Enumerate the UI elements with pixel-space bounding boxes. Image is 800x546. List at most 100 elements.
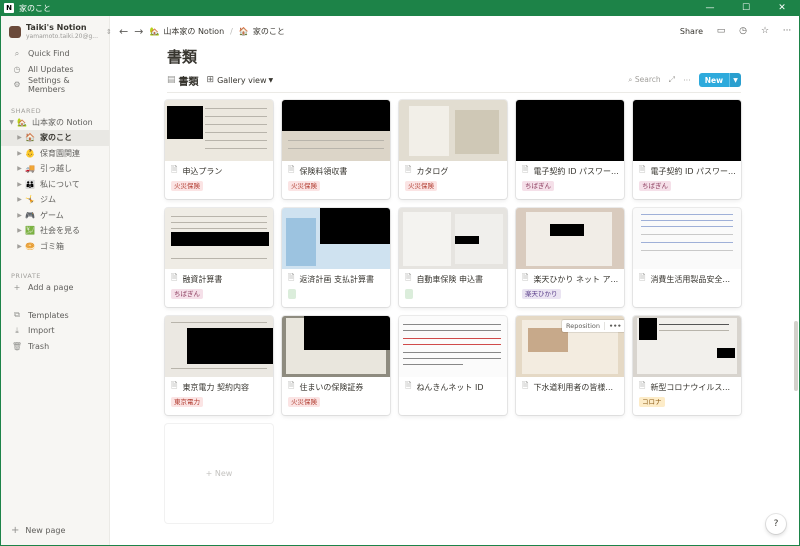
reposition-button[interactable]: Reposition (562, 322, 604, 330)
more-icon[interactable]: ··· (683, 76, 691, 85)
maximize-button[interactable]: ☐ (728, 0, 764, 16)
gallery-card[interactable]: 🗎 自動車保険 申込書 (399, 208, 507, 307)
sidebar-settings[interactable]: ⚙ Settings & Members (1, 76, 109, 94)
forward-arrow-icon[interactable]: → (134, 25, 143, 38)
sidebar-item-gym[interactable]: ▶ 🤸 ジム (1, 192, 109, 208)
card-title: 🗎 新型コロナウイルス... (633, 380, 741, 394)
collapsed-triangle-icon[interactable]: ▶ (15, 243, 24, 250)
sidebar-item-watashi[interactable]: ▶ 👪 私について (1, 177, 109, 193)
back-arrow-icon[interactable]: ← (119, 25, 128, 38)
sidebar-item-label: ゲーム (40, 210, 64, 220)
notion-app-icon: N (4, 3, 14, 13)
workspace-email: yamamoto.taiki.20@g... (26, 33, 98, 40)
document-icon: ▤ (167, 75, 176, 85)
add-page-label: Add a page (28, 283, 74, 293)
card-title: 🗎 電子契約 ID パスワー... (516, 164, 624, 178)
new-button-group: New ▼ (698, 73, 741, 87)
gallery-card[interactable]: 🗎 電子契約 ID パスワー... ちばぎん (516, 100, 624, 199)
database-title[interactable]: 書類 (179, 73, 199, 88)
comment-icon[interactable]: ▭ (715, 26, 727, 36)
sidebar-trash[interactable]: 🗑 Trash (1, 339, 109, 355)
collapsed-triangle-icon[interactable]: ▶ (15, 212, 24, 219)
card-title-text: 自動車保険 申込書 (416, 274, 483, 284)
search-button[interactable]: ⌕ Search (628, 75, 660, 85)
new-button[interactable]: New (698, 73, 729, 87)
gallery-card[interactable]: 🗎 電子契約 ID パスワー... ちばぎん (633, 100, 741, 199)
card-title: 🗎 カタログ (399, 164, 507, 178)
gallery-card[interactable]: 🗎 消費生活用製品安全... (633, 208, 741, 307)
sidebar-item-hoikuen[interactable]: ▶ 👶 保育園関連 (1, 146, 109, 162)
card-title: 🗎 自動車保険 申込書 (399, 272, 507, 286)
baby-icon: 👶 (25, 148, 35, 158)
gallery-card[interactable]: 🗎 楽天ひかり ネット ア... 楽天ひかり (516, 208, 624, 307)
card-title: 🗎 電子契約 ID パスワー... (633, 164, 741, 178)
sidebar-import[interactable]: ⤓ Import (1, 323, 109, 339)
add-page-button[interactable]: + Add a page (1, 280, 109, 296)
collapsed-triangle-icon[interactable]: ▶ (15, 134, 24, 141)
gallery-card[interactable]: 🗎 申込プラン 火災保険 (165, 100, 273, 199)
minimize-button[interactable]: — (692, 0, 728, 16)
sidebar-quick-find[interactable]: ⌕ Quick Find (1, 46, 109, 62)
trash-icon: 🗑 (11, 341, 23, 351)
history-clock-icon[interactable]: ◷ (737, 26, 749, 36)
page-icon: 🗎 (405, 381, 412, 390)
bagel-icon: 🥯 (25, 241, 35, 251)
sidebar-item-ie-no-koto[interactable]: ▶ 🏠 家のこと (1, 130, 109, 146)
card-cover-image (165, 316, 273, 377)
sidebar-item-label: 私について (40, 179, 80, 189)
scrollbar-thumb[interactable] (794, 321, 798, 391)
gallery-card[interactable]: 🗎 返済計画 支払計算書 (282, 208, 390, 307)
gallery-card[interactable]: 🗎 住まいの保険証券 火災保険 (282, 316, 390, 415)
view-selector[interactable]: ⊞ Gallery view ▼ (207, 75, 274, 85)
sidebar-item-hikkoshi[interactable]: ▶ 🚚 引っ越し (1, 161, 109, 177)
card-title-text: 電子契約 ID パスワー... (533, 166, 619, 176)
breadcrumb-item[interactable]: 山本家の Notion (163, 26, 224, 37)
share-button[interactable]: Share (680, 27, 703, 36)
collapsed-triangle-icon[interactable]: ▶ (15, 181, 24, 188)
close-button[interactable]: ✕ (764, 0, 800, 16)
page-title[interactable]: 書類 (167, 46, 197, 67)
tag: ちばぎん (639, 181, 671, 191)
more-icon[interactable]: ••• (603, 322, 624, 330)
gallery-card[interactable]: 🗎 東京電力 契約内容 東京電力 (165, 316, 273, 415)
sidebar-item-label: All Updates (28, 64, 74, 74)
page-topbar: ← → 🏡 山本家の Notion / 🏠 家のこと Share ▭ ◷ ☆ ·… (111, 16, 799, 46)
card-title-text: カタログ (416, 166, 449, 176)
gallery-card[interactable]: 🗎 新型コロナウイルス... コロナ (633, 316, 741, 415)
workspace-switcher[interactable]: Taiki's Notion yamamoto.taiki.20@g... ⇕ (1, 16, 112, 46)
collapsed-triangle-icon[interactable]: ▶ (15, 150, 24, 157)
sidebar-all-updates[interactable]: ◷ All Updates (1, 62, 109, 78)
breadcrumb-separator: / (230, 26, 233, 36)
card-title-text: 電子契約 ID パスワー... (650, 166, 736, 176)
gallery-card[interactable]: Reposition ••• 🗎 下水道利用者の皆様... (516, 316, 624, 415)
breadcrumb-item[interactable]: 家のこと (253, 26, 285, 37)
sidebar-templates[interactable]: ⧉ Templates (1, 308, 109, 324)
expanded-triangle-icon[interactable]: ▼ (7, 119, 16, 126)
new-card-button[interactable]: + New (165, 424, 273, 523)
search-icon: ⌕ (628, 75, 635, 84)
cover-reposition-controls: Reposition ••• (562, 320, 624, 332)
collapsed-triangle-icon[interactable]: ▶ (15, 227, 24, 234)
collapsed-triangle-icon[interactable]: ▶ (15, 196, 24, 203)
chevron-down-icon[interactable]: ▼ (729, 73, 741, 87)
gallery-card[interactable]: 🗎 融資計算書 ちばぎん (165, 208, 273, 307)
new-page-button[interactable]: + New page (1, 523, 65, 537)
scrollbar[interactable] (793, 46, 799, 545)
collapsed-triangle-icon[interactable]: ▶ (15, 165, 24, 172)
help-button[interactable]: ? (766, 514, 786, 534)
card-cover-image: Reposition ••• (516, 316, 624, 377)
gallery-card[interactable]: 🗎 ねんきんネット ID (399, 316, 507, 415)
star-icon[interactable]: ☆ (759, 26, 771, 36)
more-icon[interactable]: ··· (781, 26, 793, 36)
expand-icon[interactable]: ⤢ (669, 75, 675, 85)
gallery-card[interactable]: 🗎 カタログ 火災保険 (399, 100, 507, 199)
tag: 東京電力 (171, 397, 203, 407)
sidebar-item-shakai[interactable]: ▶ 💹 社会を見る (1, 223, 109, 239)
sidebar-item-yamamoto-notion[interactable]: ▼ 🏡 山本家の Notion (1, 115, 109, 131)
card-title: 🗎 東京電力 契約内容 (165, 380, 273, 394)
gallery-card[interactable]: 🗎 保険料領収書 火災保険 (282, 100, 390, 199)
sidebar-item-game[interactable]: ▶ 🎮 ゲーム (1, 208, 109, 224)
sidebar-item-gomibako[interactable]: ▶ 🥯 ゴミ箱 (1, 239, 109, 255)
tag: コロナ (639, 397, 665, 407)
clock-icon: ◷ (13, 64, 21, 74)
